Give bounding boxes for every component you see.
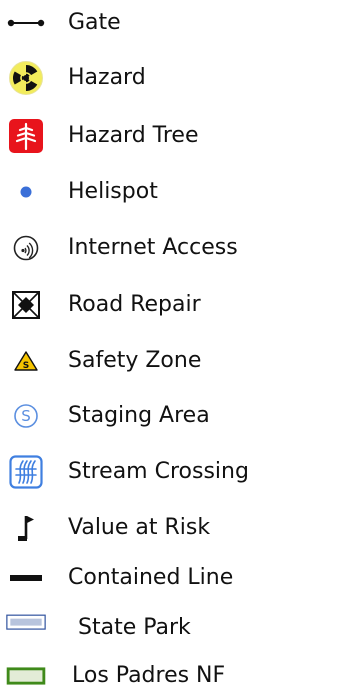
legend-item-state-park: State Park	[0, 608, 359, 648]
map-legend: Gate Hazard Hazard Tree Helispot Interne…	[0, 0, 359, 697]
legend-item-helispot: Helispot	[0, 172, 359, 212]
legend-item-hazard: Hazard	[0, 58, 359, 98]
legend-label-safety-zone: Safety Zone	[68, 348, 202, 373]
gate-icon	[6, 3, 46, 43]
legend-label-los-padres-nf: Los Padres NF	[72, 663, 226, 688]
legend-label-internet-access: Internet Access	[68, 235, 238, 260]
legend-item-stream-crossing: Stream Crossing	[0, 452, 359, 492]
legend-label-contained-line: Contained Line	[68, 565, 234, 590]
legend-label-hazard: Hazard	[68, 65, 146, 90]
flag-icon	[6, 508, 46, 548]
safety-zone-triangle-icon: S	[6, 341, 46, 381]
wireless-signal-icon	[6, 228, 46, 268]
legend-label-gate: Gate	[68, 10, 121, 35]
legend-item-staging-area: S Staging Area	[0, 396, 359, 436]
stream-crossing-icon	[6, 452, 46, 492]
national-forest-swatch-icon	[6, 656, 46, 696]
state-park-swatch-icon	[6, 608, 46, 648]
legend-label-state-park: State Park	[78, 615, 191, 640]
staging-area-s-icon: S	[6, 396, 46, 436]
road-repair-icon	[6, 285, 46, 325]
legend-label-stream-crossing: Stream Crossing	[68, 459, 249, 484]
legend-item-hazard-tree: Hazard Tree	[0, 116, 359, 156]
legend-item-internet-access: Internet Access	[0, 228, 359, 268]
legend-item-los-padres-nf: Los Padres NF	[0, 656, 359, 696]
legend-item-safety-zone: S Safety Zone	[0, 341, 359, 381]
svg-text:S: S	[23, 361, 29, 371]
helispot-dot-icon	[6, 172, 46, 212]
hazard-tree-icon	[6, 116, 46, 156]
svg-text:S: S	[21, 407, 31, 425]
legend-label-hazard-tree: Hazard Tree	[68, 123, 199, 148]
legend-label-road-repair: Road Repair	[68, 292, 201, 317]
legend-item-road-repair: Road Repair	[0, 285, 359, 325]
legend-item-gate: Gate	[0, 3, 359, 43]
legend-label-value-at-risk: Value at Risk	[68, 515, 211, 540]
legend-label-helispot: Helispot	[68, 179, 158, 204]
radiation-hazard-icon	[6, 58, 46, 98]
contained-line-icon	[6, 558, 46, 598]
legend-label-staging-area: Staging Area	[68, 403, 210, 428]
legend-item-value-at-risk: Value at Risk	[0, 508, 359, 548]
legend-item-contained-line: Contained Line	[0, 558, 359, 598]
